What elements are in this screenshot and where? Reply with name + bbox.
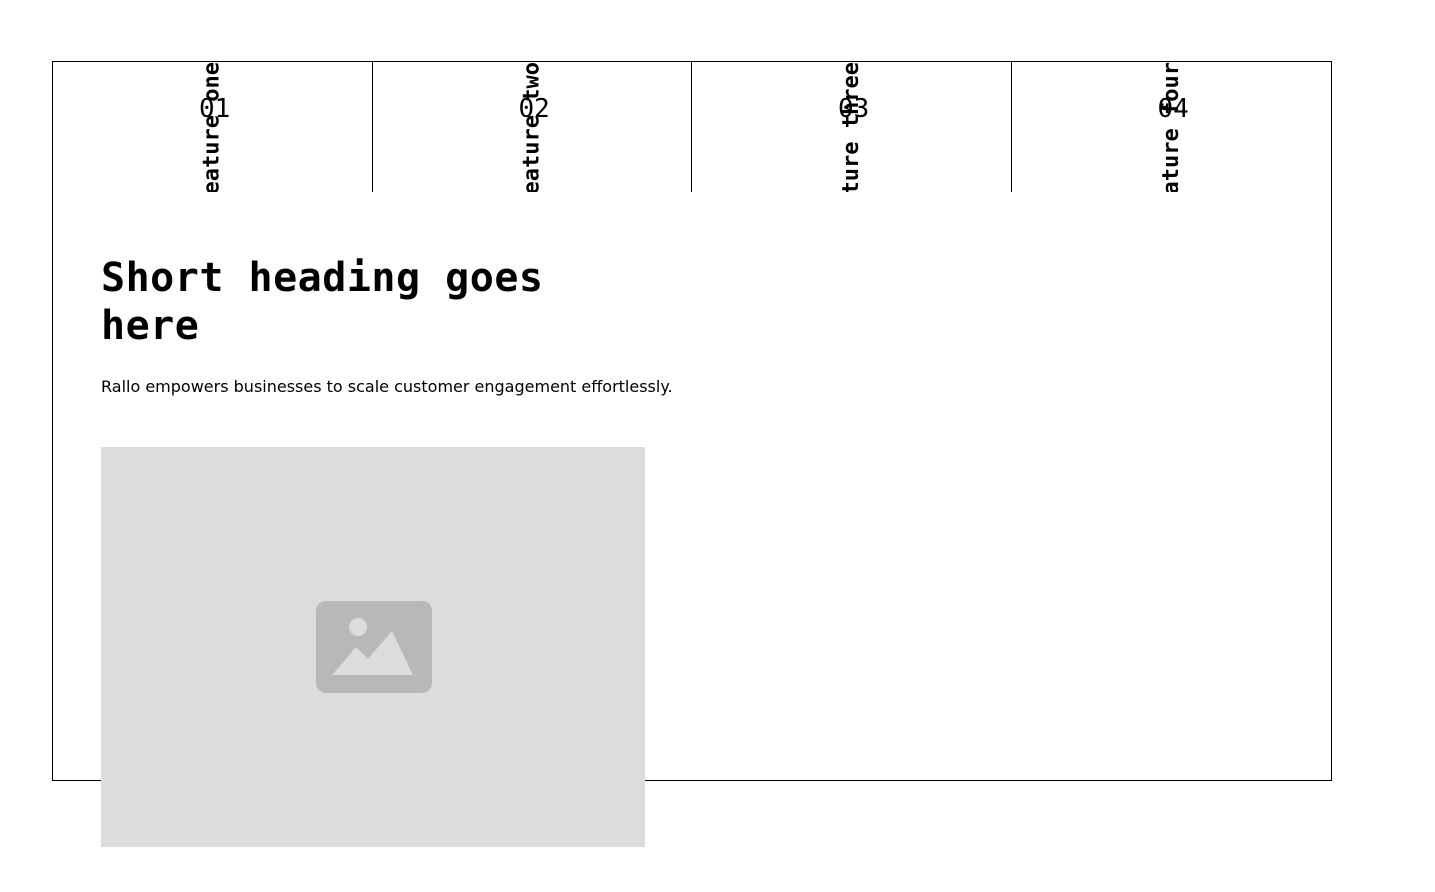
tab-label: Feature four <box>1158 62 1184 192</box>
tab-feature-three[interactable]: Feature three 03 <box>692 62 1012 192</box>
tab-feature-four[interactable]: Feature four 04 <box>1012 62 1332 192</box>
tab-feature-two[interactable]: Feature two 02 <box>373 62 692 192</box>
tab-label: Feature two <box>519 62 545 192</box>
tab-label: Feature one <box>200 62 225 192</box>
image-placeholder-icon <box>316 601 432 693</box>
section-heading: Short heading goes here <box>101 255 544 349</box>
tab-panel-content: Short heading goes here Rallo empowers b… <box>101 254 673 398</box>
tab-list: Feature one 01 Feature two 02 Feature th… <box>53 62 1331 192</box>
image-placeholder <box>101 447 645 847</box>
section-description: Rallo empowers businesses to scale custo… <box>101 377 673 396</box>
tab-label: Feature three <box>839 62 864 192</box>
tab-number: 02 <box>518 94 550 124</box>
tab-feature-one[interactable]: Feature one 01 <box>53 62 373 192</box>
tab-number: 03 <box>838 94 870 124</box>
tab-number: 01 <box>199 94 231 124</box>
tab-number: 04 <box>1157 94 1189 124</box>
